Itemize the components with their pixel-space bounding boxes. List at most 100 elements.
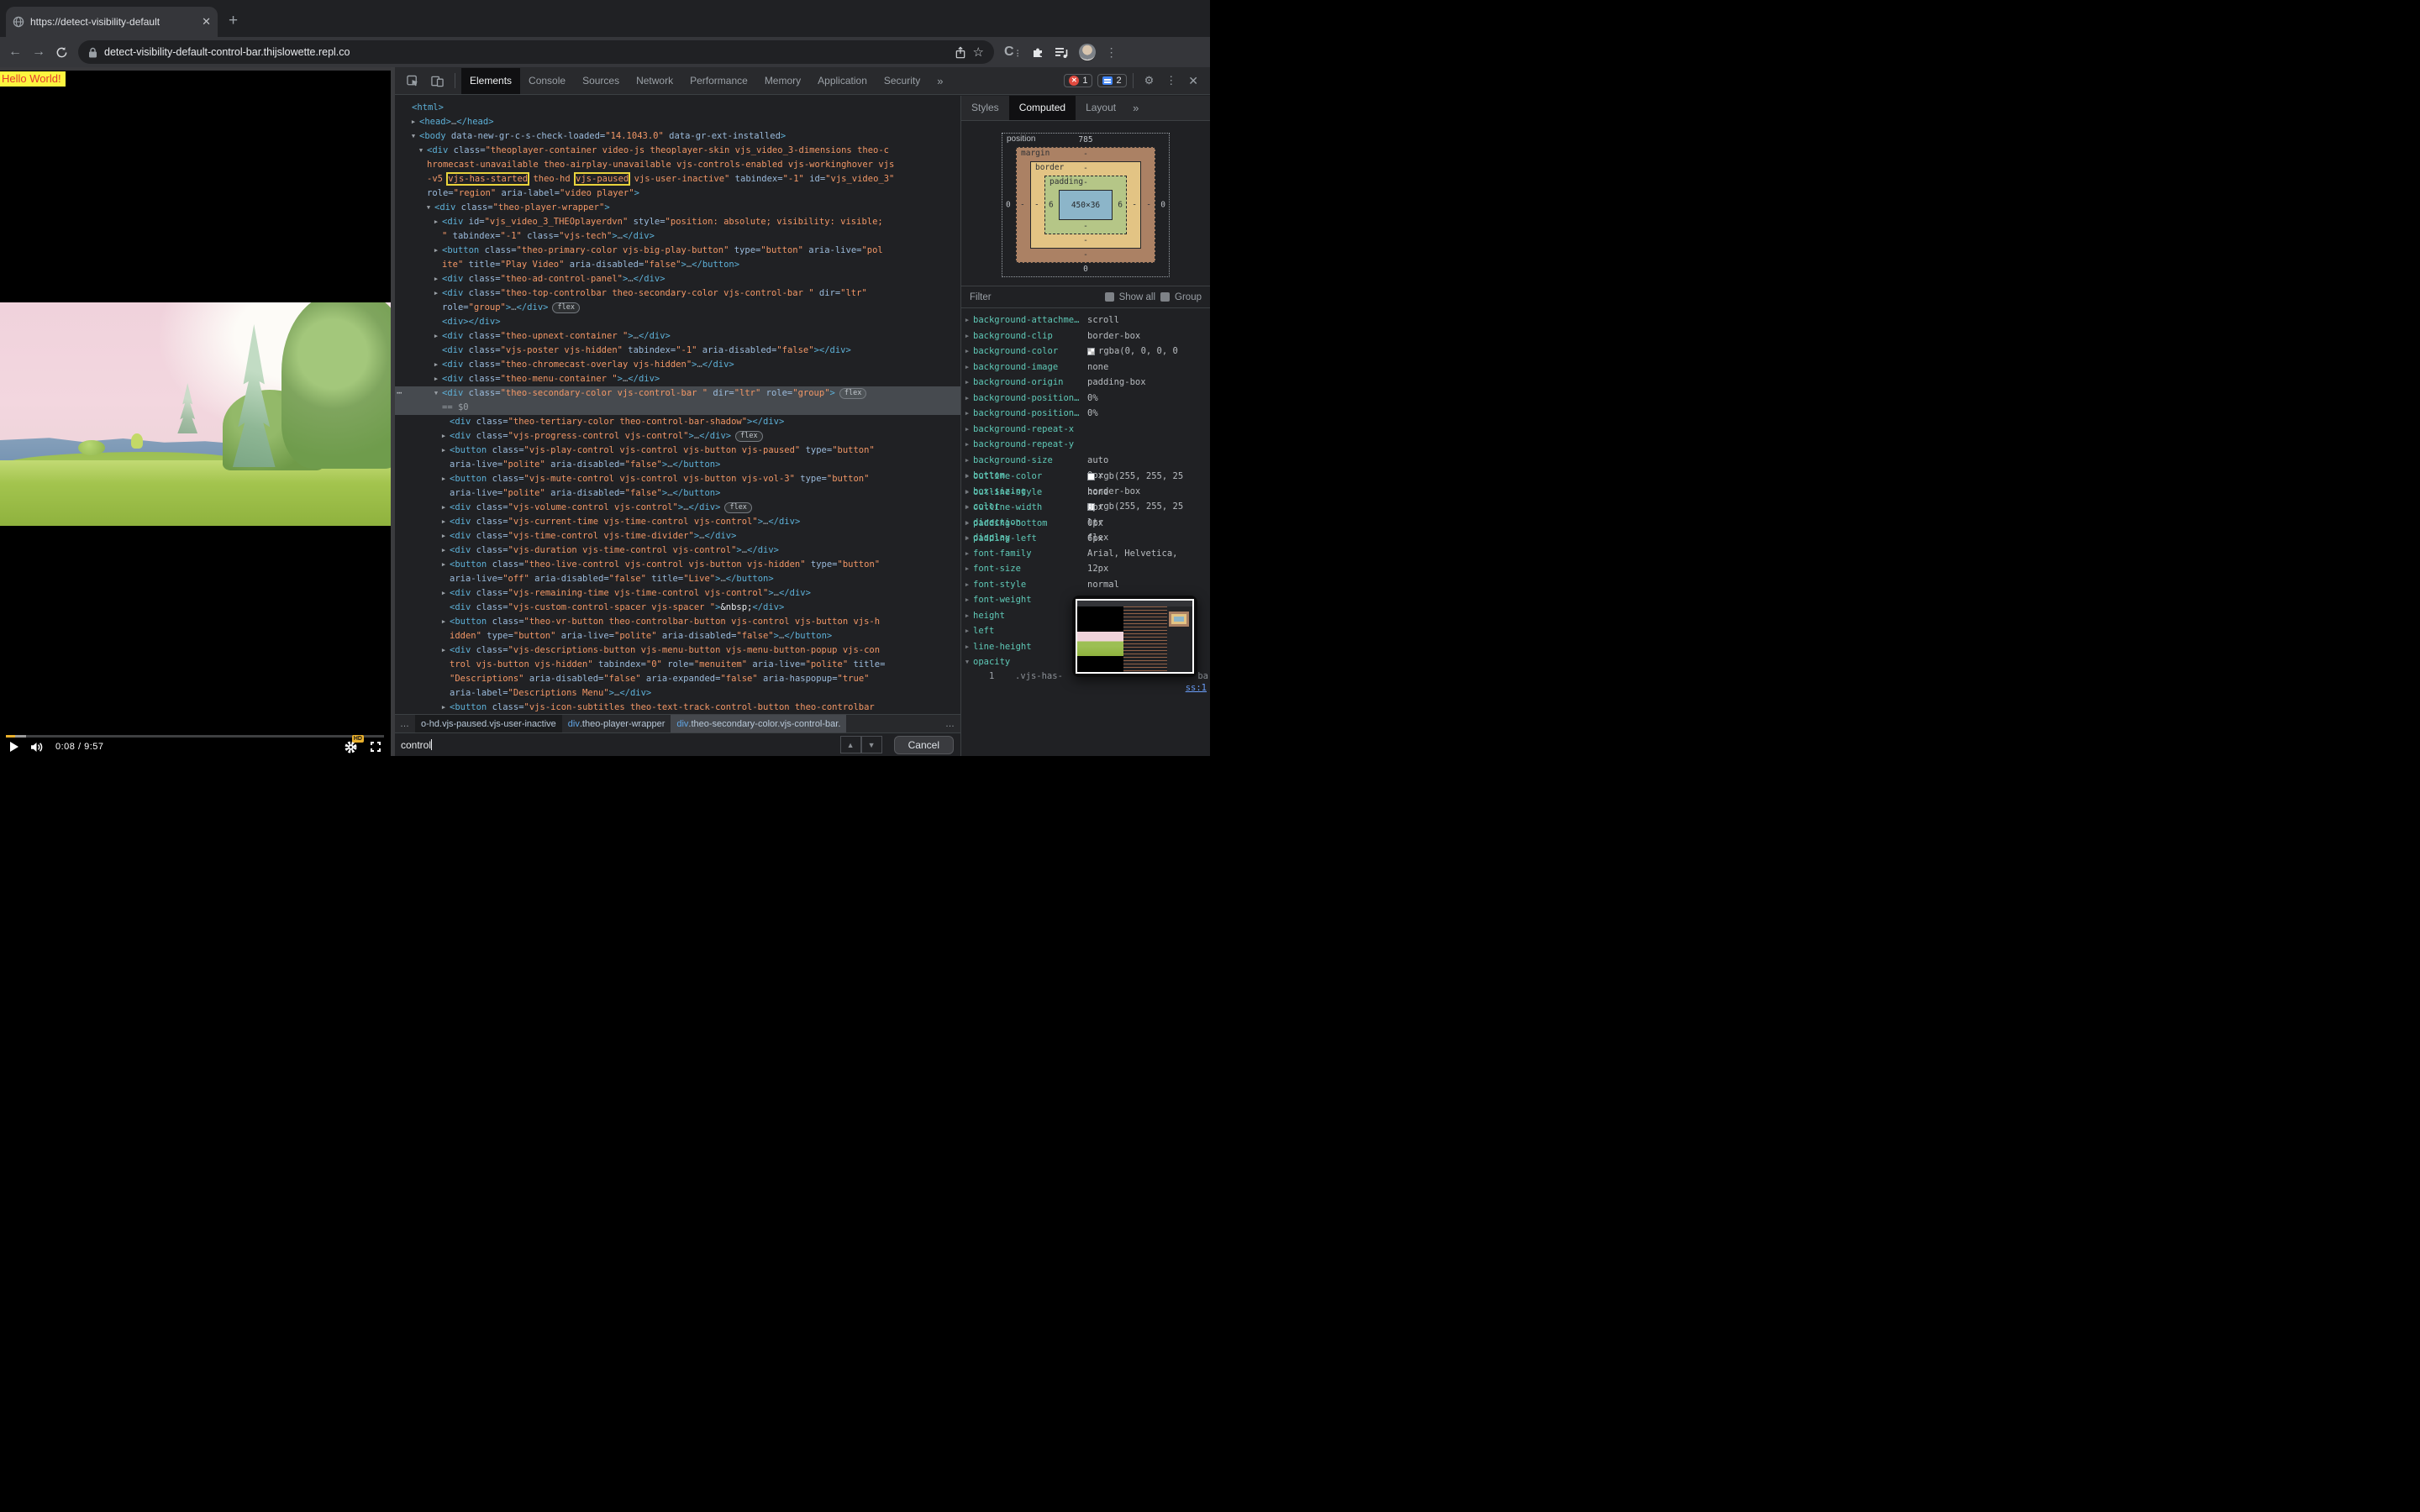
dom-node[interactable]: role="region" aria-label="video player"> bbox=[395, 186, 960, 201]
expand-arrow-icon[interactable]: ▶ bbox=[439, 529, 448, 543]
expand-arrow-icon[interactable]: ▶ bbox=[432, 215, 440, 229]
expand-arrow-icon[interactable]: ▶ bbox=[961, 485, 973, 501]
expand-arrow-icon[interactable]: ▶ bbox=[409, 115, 418, 129]
share-icon[interactable] bbox=[955, 46, 966, 59]
video-settings-button[interactable]: HD bbox=[344, 740, 359, 753]
group-checkbox[interactable] bbox=[1160, 292, 1170, 302]
dom-node[interactable]: ▶<div class="theo-upnext-container ">…</… bbox=[395, 329, 960, 344]
breadcrumb-overflow-left[interactable]: … bbox=[395, 719, 415, 729]
node-menu-icon[interactable]: ⋯ bbox=[397, 386, 402, 401]
computed-property-row[interactable]: ▶background-repeat-y bbox=[961, 437, 1210, 453]
expand-arrow-icon[interactable]: ▶ bbox=[432, 244, 440, 258]
dom-node[interactable]: role="group">…</div>flex bbox=[395, 301, 960, 315]
show-all-checkbox[interactable] bbox=[1105, 292, 1114, 302]
collapse-arrow-icon[interactable]: ▼ bbox=[961, 654, 973, 670]
dom-node[interactable]: " tabindex="-1" class="vjs-tech">…</div> bbox=[395, 229, 960, 244]
color-swatch[interactable] bbox=[1087, 473, 1095, 480]
expand-arrow-icon[interactable]: ▶ bbox=[439, 515, 448, 529]
device-toolbar-icon[interactable] bbox=[426, 75, 449, 87]
collapse-arrow-icon[interactable]: ▼ bbox=[424, 201, 433, 215]
expand-arrow-icon[interactable]: ▶ bbox=[961, 406, 973, 422]
new-tab-button[interactable]: + bbox=[229, 12, 238, 30]
address-bar[interactable]: detect-visibility-default-control-bar.th… bbox=[78, 40, 994, 64]
sidebar-more-tabs-icon[interactable]: » bbox=[1126, 102, 1145, 114]
devtools-close-icon[interactable]: ✕ bbox=[1183, 74, 1203, 88]
dom-node[interactable]: ▶<button class="vjs-mute-control vjs-con… bbox=[395, 472, 960, 486]
collapse-arrow-icon[interactable]: ▼ bbox=[417, 144, 425, 158]
expand-arrow-icon[interactable]: ▶ bbox=[439, 429, 448, 444]
computed-property-row[interactable]: ▶background-colorrgba(0, 0, 0, 0 bbox=[961, 344, 1210, 360]
dom-node-selected[interactable]: == $0 bbox=[395, 401, 960, 415]
dom-node[interactable]: ▶<div class="vjs-duration vjs-time-contr… bbox=[395, 543, 960, 558]
expand-arrow-icon[interactable]: ▶ bbox=[439, 472, 448, 486]
search-cancel-button[interactable]: Cancel bbox=[894, 736, 954, 754]
expand-arrow-icon[interactable]: ▶ bbox=[439, 586, 448, 601]
computed-property-row[interactable]: ▶background-position…0% bbox=[961, 406, 1210, 422]
video-poster-frame[interactable] bbox=[0, 302, 391, 526]
computed-property-row[interactable]: ▶outline-stylenone bbox=[961, 485, 1210, 501]
dom-node[interactable]: trol vjs-button vjs-hidden" tabindex="0"… bbox=[395, 658, 960, 672]
dom-node[interactable]: aria-live="polite" aria-disabled="false"… bbox=[395, 458, 960, 472]
dom-node[interactable]: <div></div> bbox=[395, 315, 960, 329]
reload-button[interactable] bbox=[55, 46, 68, 59]
volume-icon[interactable] bbox=[30, 742, 44, 753]
devtools-tab-application[interactable]: Application bbox=[809, 68, 876, 94]
computed-property-row[interactable]: ▶outline-width0px bbox=[961, 500, 1210, 516]
search-next-button[interactable]: ▼ bbox=[861, 736, 882, 753]
flex-badge[interactable]: flex bbox=[735, 431, 762, 442]
dom-node[interactable]: <div class="theo-tertiary-color theo-con… bbox=[395, 415, 960, 429]
inspect-element-icon[interactable] bbox=[402, 75, 424, 87]
dom-node[interactable]: aria-live="polite" aria-disabled="false"… bbox=[395, 486, 960, 501]
computed-property-row[interactable]: ▶background-repeat-x bbox=[961, 422, 1210, 438]
dom-node[interactable]: ▼<div class="theoplayer-container video-… bbox=[395, 144, 960, 158]
style-source-link[interactable]: ss:1 bbox=[1186, 682, 1207, 694]
dom-node[interactable]: ▶<button class="theo-live-control vjs-co… bbox=[395, 558, 960, 572]
devtools-tab-network[interactable]: Network bbox=[628, 68, 681, 94]
expand-arrow-icon[interactable]: ▶ bbox=[961, 391, 973, 407]
computed-property-row[interactable]: ▶background-clipborder-box bbox=[961, 328, 1210, 344]
breadcrumb-item[interactable]: div.theo-player-wrapper bbox=[562, 715, 671, 732]
expand-arrow-icon[interactable]: ▶ bbox=[961, 422, 973, 438]
dom-node[interactable]: <html> bbox=[395, 101, 960, 115]
expand-arrow-icon[interactable]: ▶ bbox=[961, 360, 973, 375]
expand-arrow-icon[interactable]: ▶ bbox=[961, 546, 973, 562]
breadcrumb-overflow-right[interactable]: … bbox=[940, 719, 960, 729]
expand-arrow-icon[interactable]: ▶ bbox=[961, 561, 973, 577]
dom-node[interactable]: ▶<div class="vjs-descriptions-button vjs… bbox=[395, 643, 960, 658]
dom-node[interactable]: aria-label="Descriptions Menu">…</div> bbox=[395, 686, 960, 701]
dom-node[interactable]: -v5 vjs-has-started theo-hd vjs-paused v… bbox=[395, 172, 960, 186]
sidebar-tab-computed[interactable]: Computed bbox=[1009, 96, 1076, 120]
devtools-tab-security[interactable]: Security bbox=[876, 68, 929, 94]
expand-arrow-icon[interactable]: ▶ bbox=[961, 375, 973, 391]
expand-arrow-icon[interactable]: ▶ bbox=[961, 312, 973, 328]
expand-arrow-icon[interactable]: ▶ bbox=[961, 608, 973, 624]
computed-property-row[interactable]: ▶background-attachme…scroll bbox=[961, 312, 1210, 328]
browser-menu-icon[interactable]: ⋮ bbox=[1106, 45, 1118, 59]
expand-arrow-icon[interactable]: ▶ bbox=[961, 344, 973, 360]
dom-node[interactable]: ▶<div class="theo-top-controlbar theo-se… bbox=[395, 286, 960, 301]
collapse-arrow-icon[interactable]: ▼ bbox=[409, 129, 418, 144]
dom-node[interactable]: ▼<div class="theo-player-wrapper"> bbox=[395, 201, 960, 215]
dom-node[interactable]: ▶<div id="vjs_video_3_THEOplayerdvn" sty… bbox=[395, 215, 960, 229]
extension-c-icon[interactable]: C⋮ bbox=[1004, 45, 1021, 60]
dom-node[interactable]: ▶<div class="theo-menu-container ">…</di… bbox=[395, 372, 960, 386]
computed-property-row[interactable]: ▶padding-bottom0px bbox=[961, 516, 1210, 532]
issues-badge[interactable]: 2 bbox=[1097, 74, 1126, 87]
dom-node[interactable]: hromecast-unavailable theo-airplay-unava… bbox=[395, 158, 960, 172]
expand-arrow-icon[interactable]: ▶ bbox=[961, 531, 973, 547]
devtools-settings-icon[interactable]: ⚙ bbox=[1139, 74, 1160, 87]
computed-property-row[interactable]: ▶padding-left6px bbox=[961, 531, 1210, 547]
expand-arrow-icon[interactable]: ▶ bbox=[961, 500, 973, 516]
expand-arrow-icon[interactable]: ▶ bbox=[439, 558, 448, 572]
breadcrumb-item[interactable]: o-hd.vjs-paused.vjs-user-inactive bbox=[415, 715, 562, 732]
expand-arrow-icon[interactable]: ▶ bbox=[432, 372, 440, 386]
computed-property-row[interactable]: ▶background-originpadding-box bbox=[961, 375, 1210, 391]
expand-arrow-icon[interactable]: ▶ bbox=[439, 643, 448, 658]
expand-arrow-icon[interactable]: ▶ bbox=[439, 501, 448, 515]
color-swatch[interactable] bbox=[1087, 348, 1095, 355]
dom-node[interactable]: ▶<div class="vjs-remaining-time vjs-time… bbox=[395, 586, 960, 601]
flex-badge[interactable]: flex bbox=[839, 388, 866, 399]
dom-node[interactable]: ▼<body data-new-gr-c-s-check-loaded="14.… bbox=[395, 129, 960, 144]
dom-node-selected[interactable]: ⋯▼<div class="theo-secondary-color vjs-c… bbox=[395, 386, 960, 401]
dom-node[interactable]: <div class="vjs-poster vjs-hidden" tabin… bbox=[395, 344, 960, 358]
